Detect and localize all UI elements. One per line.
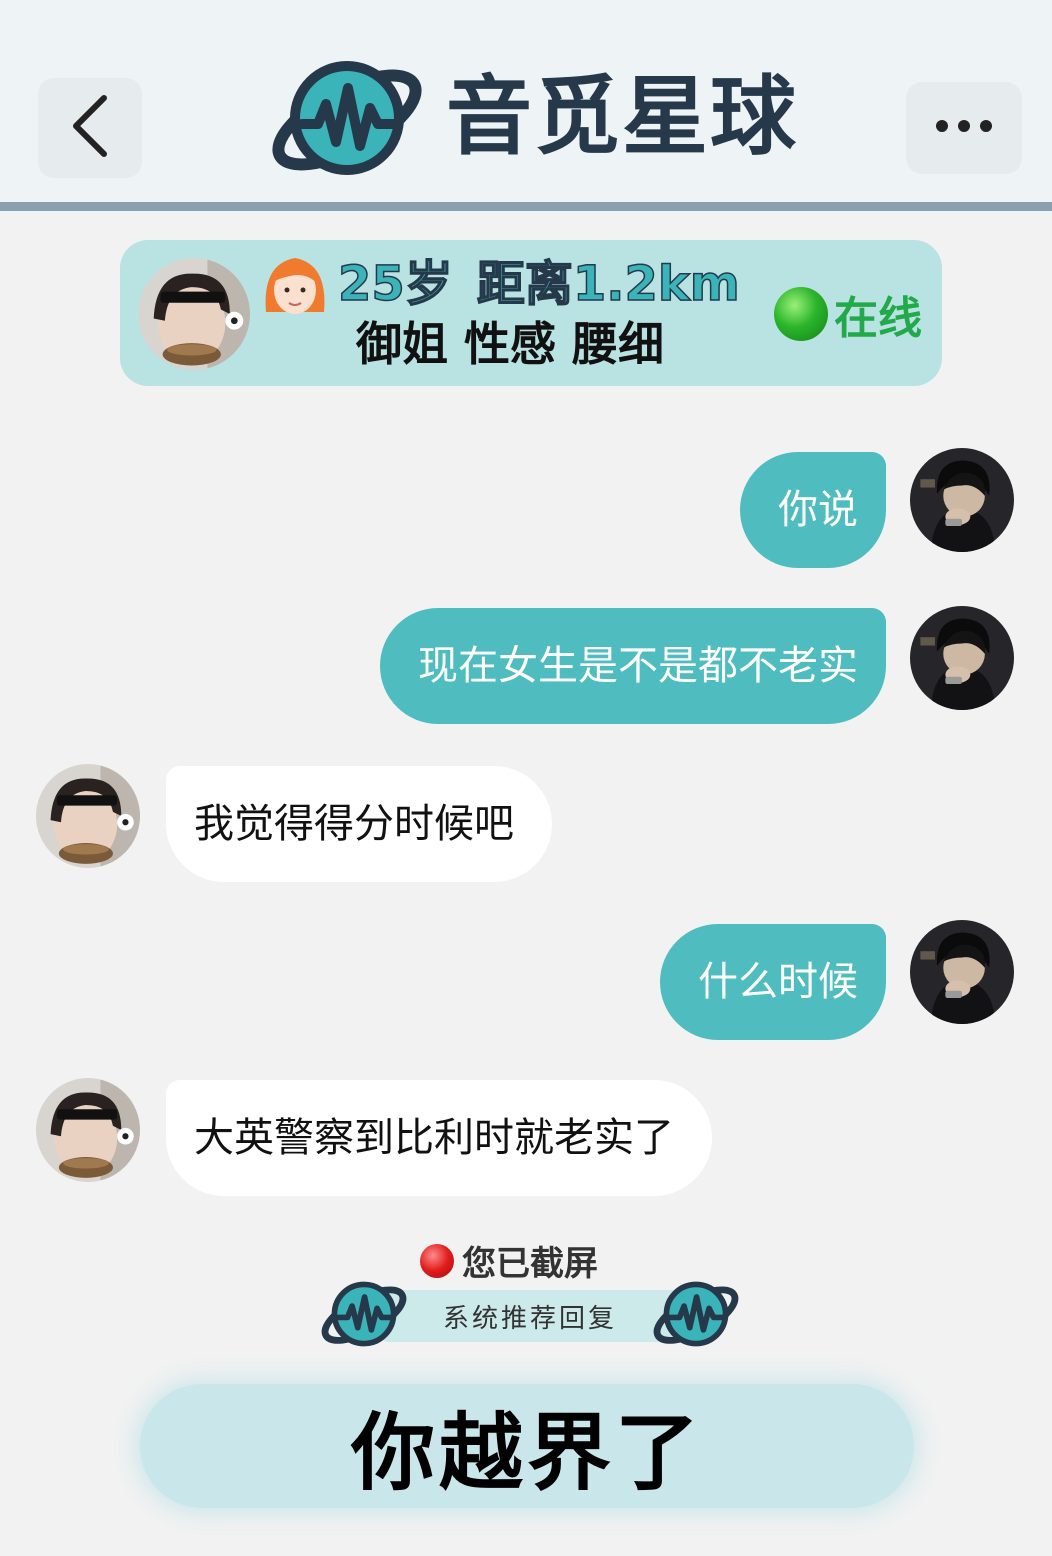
message-bubble-sent[interactable]: 现在女生是不是都不老实 — [380, 608, 886, 724]
app-title: 音觅星球 — [446, 67, 798, 167]
header-bar: 音觅星球 — [0, 0, 1052, 214]
planet-logo-icon — [650, 1274, 742, 1354]
suggested-reply-button[interactable]: 你越界了 — [140, 1384, 914, 1508]
online-dot-icon — [774, 287, 828, 341]
message-bubble-received[interactable]: 我觉得得分时候吧 — [166, 766, 552, 882]
screenshot-notice: 您已截屏 — [420, 1236, 598, 1285]
my-avatar[interactable] — [910, 920, 1014, 1024]
online-status: 在线 — [774, 282, 922, 346]
contact-avatar[interactable] — [36, 764, 140, 868]
profile-stats: 25岁 距离1.2km — [337, 252, 740, 316]
recommend-banner: 系统推荐回复 — [380, 1290, 680, 1342]
profile-distance: 距离1.2km — [476, 255, 740, 313]
red-dot-icon — [420, 1243, 454, 1278]
profile-age: 25岁 — [337, 255, 453, 313]
ellipsis-icon — [934, 118, 994, 138]
profile-avatar[interactable] — [138, 258, 250, 370]
contact-avatar[interactable] — [36, 1078, 140, 1182]
planet-logo-icon — [266, 48, 428, 188]
profile-tags: 御姐 性感 腰细 — [356, 317, 665, 371]
my-avatar[interactable] — [910, 448, 1014, 552]
profile-card[interactable]: 25岁 距离1.2km 御姐 性感 腰细 在线 — [120, 240, 942, 386]
message-bubble-received[interactable]: 大英警察到比利时就老实了 — [166, 1080, 712, 1196]
back-button[interactable] — [38, 78, 142, 178]
recommend-label: 系统推荐回复 — [442, 1303, 617, 1334]
status-label: 在线 — [834, 293, 922, 344]
message-bubble-sent[interactable]: 你说 — [740, 452, 886, 568]
suggested-reply-text: 你越界了 — [350, 1403, 703, 1502]
header-divider — [0, 202, 1052, 211]
more-button[interactable] — [906, 82, 1022, 174]
message-bubble-sent[interactable]: 什么时候 — [660, 924, 886, 1040]
screenshot-notice-text: 您已截屏 — [462, 1244, 598, 1284]
chevron-left-icon — [68, 94, 112, 162]
planet-logo-icon — [318, 1274, 410, 1354]
my-avatar[interactable] — [910, 606, 1014, 710]
woman-emoji-icon — [265, 258, 325, 314]
